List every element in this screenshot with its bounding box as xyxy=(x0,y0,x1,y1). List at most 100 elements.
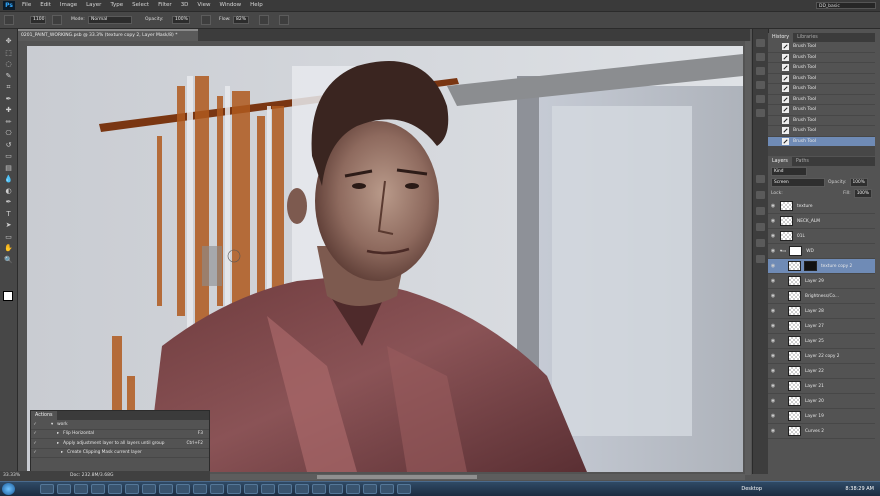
layer-row[interactable]: ◉ Layer 22 xyxy=(768,364,875,379)
taskbar-app-icon[interactable] xyxy=(244,484,258,494)
dock-panel-icon[interactable] xyxy=(756,81,765,89)
document-tab[interactable]: 0201_PAINT_WORKING.psb @ 33.3% (texture … xyxy=(18,29,198,41)
taskbar-app-icon[interactable] xyxy=(125,484,139,494)
visibility-eye-icon[interactable]: ◉ xyxy=(768,233,778,239)
brush-panel-toggle-icon[interactable] xyxy=(52,15,62,25)
visibility-eye-icon[interactable]: ◉ xyxy=(768,248,778,254)
layer-row[interactable]: ◉ texture xyxy=(768,199,875,214)
flow-field[interactable]: 82% xyxy=(233,16,249,24)
taskbar-app-icon[interactable] xyxy=(346,484,360,494)
history-source-checkbox[interactable] xyxy=(772,128,778,134)
pressure-size-icon[interactable] xyxy=(279,15,289,25)
taskbar-app-icon[interactable] xyxy=(159,484,173,494)
taskbar-app-icon[interactable] xyxy=(278,484,292,494)
zoom-tool-icon[interactable]: 🔍 xyxy=(3,256,14,265)
check-icon[interactable]: ✓ xyxy=(31,450,39,455)
mode-select[interactable]: Normal xyxy=(88,16,132,24)
path-select-tool-icon[interactable]: ➤ xyxy=(3,221,14,230)
dock-panel-icon[interactable] xyxy=(756,53,765,61)
dodge-tool-icon[interactable]: ◐ xyxy=(3,187,14,196)
dock-panel-icon[interactable] xyxy=(756,95,765,103)
dock-panel-icon[interactable] xyxy=(756,109,765,117)
layer-row[interactable]: ◉ texture copy 2 xyxy=(768,259,875,274)
zoom-level[interactable]: 33.33% xyxy=(3,471,20,481)
tab-paths[interactable]: Paths xyxy=(792,157,813,166)
action-row[interactable]: ✓ ▸ Apply adjustment layer to all layers u… xyxy=(31,439,209,449)
taskbar-app-icon[interactable] xyxy=(210,484,224,494)
menu-item-3d[interactable]: 3D xyxy=(181,0,189,11)
action-row[interactable]: ✓ ▾ work xyxy=(31,420,209,430)
airbrush-icon[interactable] xyxy=(259,15,269,25)
taskbar-app-icon[interactable] xyxy=(227,484,241,494)
layer-row[interactable]: ◉ Layer 19 xyxy=(768,409,875,424)
taskbar-app-icon[interactable] xyxy=(193,484,207,494)
tab-layers[interactable]: Layers xyxy=(768,157,792,166)
check-icon[interactable]: ✓ xyxy=(31,422,39,427)
layer-row[interactable]: ◉ ▾▭ WD xyxy=(768,244,875,259)
menu-item-layer[interactable]: Layer xyxy=(86,0,101,11)
desktop-toolbar-label[interactable]: Desktop xyxy=(741,482,762,496)
layer-row[interactable]: ◉ Layer 25 xyxy=(768,334,875,349)
dock-panel-icon[interactable] xyxy=(756,223,765,231)
history-source-checkbox[interactable] xyxy=(772,107,778,113)
taskbar-app-icon[interactable] xyxy=(261,484,275,494)
actions-tab[interactable]: Actions xyxy=(31,411,57,420)
brush-tool-preset-icon[interactable] xyxy=(4,15,14,25)
layer-opacity-field[interactable]: 100% xyxy=(849,178,868,187)
horizontal-scroll-thumb[interactable] xyxy=(317,475,477,479)
pen-tool-icon[interactable]: ✒ xyxy=(3,198,14,207)
menu-item-image[interactable]: Image xyxy=(60,0,77,11)
layer-row[interactable]: ◉ Layer 20 xyxy=(768,394,875,409)
taskbar-app-icon[interactable] xyxy=(363,484,377,494)
tab-history[interactable]: History xyxy=(768,33,794,42)
visibility-eye-icon[interactable]: ◉ xyxy=(768,263,778,269)
menu-item-filter[interactable]: Filter xyxy=(158,0,172,11)
history-source-checkbox[interactable] xyxy=(772,75,778,81)
marquee-tool-icon[interactable]: ⬚ xyxy=(3,49,14,58)
menu-item-help[interactable]: Help xyxy=(250,0,263,11)
history-item[interactable]: Brush Tool xyxy=(768,95,875,105)
history-item[interactable]: Brush Tool xyxy=(768,53,875,63)
layer-mask-thumbnail[interactable] xyxy=(804,261,817,271)
layer-row[interactable]: ◉ NECK_ALM xyxy=(768,214,875,229)
history-item[interactable]: Brush Tool xyxy=(768,116,875,126)
history-item[interactable]: Brush Tool xyxy=(768,126,875,137)
layer-row[interactable]: ◉ Layer 28 xyxy=(768,304,875,319)
shape-tool-icon[interactable]: ▭ xyxy=(3,233,14,242)
hand-tool-icon[interactable]: ✋ xyxy=(3,244,14,253)
history-source-checkbox[interactable] xyxy=(772,54,778,60)
dock-panel-icon[interactable] xyxy=(756,207,765,215)
workspace-select[interactable]: DD_basic xyxy=(816,2,876,9)
visibility-eye-icon[interactable]: ◉ xyxy=(768,353,778,359)
lasso-tool-icon[interactable]: ◌ xyxy=(3,60,14,69)
taskbar-app-icon[interactable] xyxy=(329,484,343,494)
history-source-checkbox[interactable] xyxy=(772,96,778,102)
dock-panel-icon[interactable] xyxy=(756,67,765,75)
history-brush-tool-icon[interactable]: ↺ xyxy=(3,141,14,150)
move-tool-icon[interactable]: ✥ xyxy=(3,37,14,46)
history-item[interactable]: Brush Tool xyxy=(768,42,875,53)
taskbar-app-icon[interactable] xyxy=(312,484,326,494)
layer-fill-field[interactable]: 100% xyxy=(853,189,872,198)
visibility-eye-icon[interactable]: ◉ xyxy=(768,428,778,434)
taskbar-app-icon[interactable] xyxy=(142,484,156,494)
layer-row[interactable]: ◉ Layer 21 xyxy=(768,379,875,394)
menu-item-view[interactable]: View xyxy=(197,0,210,11)
visibility-eye-icon[interactable]: ◉ xyxy=(768,338,778,344)
layer-row[interactable]: ◉ Layer 22 copy 2 xyxy=(768,349,875,364)
visibility-eye-icon[interactable]: ◉ xyxy=(768,218,778,224)
history-source-checkbox[interactable] xyxy=(772,117,778,123)
crop-tool-icon[interactable]: ⌗ xyxy=(3,83,14,92)
tab-libraries[interactable]: Libraries xyxy=(793,33,822,42)
taskbar-app-icon[interactable] xyxy=(295,484,309,494)
menu-item-window[interactable]: Window xyxy=(219,0,241,11)
brush-tool-icon[interactable]: ✏ xyxy=(3,118,14,127)
dock-panel-icon[interactable] xyxy=(756,191,765,199)
dock-panel-icon[interactable] xyxy=(756,255,765,263)
layer-row[interactable]: ◉ 01L xyxy=(768,229,875,244)
brush-size-field[interactable]: 1100 xyxy=(30,16,46,24)
healing-tool-icon[interactable]: ✚ xyxy=(3,106,14,115)
layer-row[interactable]: ◉ Curves 2 xyxy=(768,424,875,439)
pressure-opacity-icon[interactable] xyxy=(201,15,211,25)
history-item[interactable]: Brush Tool xyxy=(768,84,875,95)
